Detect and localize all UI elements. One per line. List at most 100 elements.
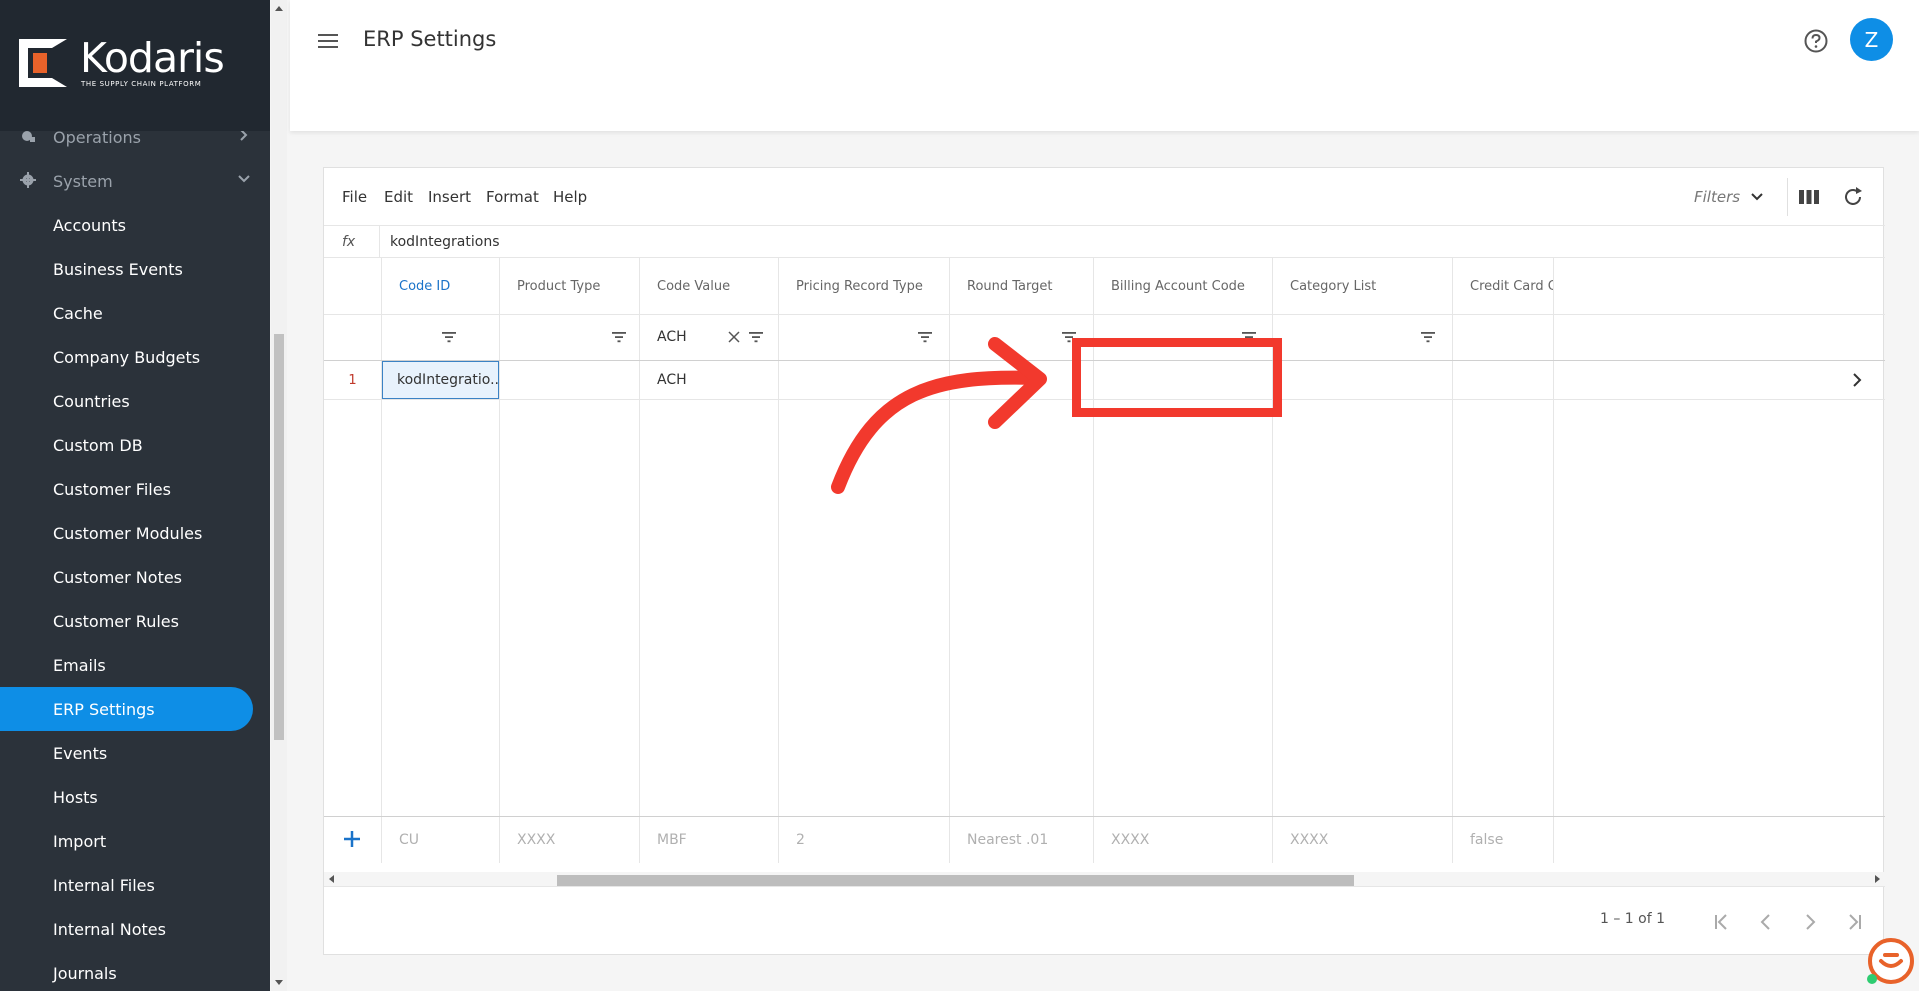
sidebar-item-label: Custom DB xyxy=(53,435,143,455)
sidebar-item-label: Internal Files xyxy=(53,875,155,895)
column-header-credit-card-only[interactable]: Credit Card Only xyxy=(1452,258,1553,314)
new-row-code-id[interactable]: CU xyxy=(381,817,499,863)
hamburger-menu-icon[interactable] xyxy=(317,30,339,52)
divider xyxy=(379,226,380,258)
formula-input[interactable]: kodIntegrations xyxy=(390,234,500,250)
sidebar-item-label: Accounts xyxy=(53,215,126,235)
column-header-code-value[interactable]: Code Value xyxy=(639,258,778,314)
column-header-category-list[interactable]: Category List xyxy=(1272,258,1452,314)
sidebar-item-erp-settings[interactable]: ERP Settings xyxy=(0,687,253,731)
sidebar-item-customer-files[interactable]: Customer Files xyxy=(0,467,253,511)
pager-range: 1 – 1 of 1 xyxy=(1600,911,1666,927)
column-header-product-type[interactable]: Product Type xyxy=(499,258,639,314)
cell-category-list[interactable] xyxy=(1272,361,1452,399)
sidebar-scrollbar[interactable] xyxy=(271,0,287,991)
cell-code-value[interactable]: ACH xyxy=(639,361,778,399)
clear-filter-icon[interactable] xyxy=(727,330,741,344)
chevron-down-icon xyxy=(238,175,250,183)
sidebar-item-hosts[interactable]: Hosts xyxy=(0,775,253,819)
menu-insert[interactable]: Insert xyxy=(428,188,471,206)
sidebar-item-customer-notes[interactable]: Customer Notes xyxy=(0,555,253,599)
scroll-left-icon[interactable] xyxy=(329,875,334,883)
last-page-icon[interactable] xyxy=(1844,912,1864,932)
divider xyxy=(499,258,500,816)
filter-icon[interactable] xyxy=(611,329,627,345)
sidebar-section-system[interactable]: System xyxy=(0,159,253,203)
help-icon[interactable] xyxy=(1803,28,1829,54)
sidebar-item-custom-db[interactable]: Custom DB xyxy=(0,423,253,467)
chat-support-icon[interactable] xyxy=(1864,937,1914,987)
sidebar-item-import[interactable]: Import xyxy=(0,819,253,863)
divider xyxy=(949,258,950,816)
scroll-right-icon[interactable] xyxy=(1875,875,1880,883)
filters-dropdown[interactable]: Filters xyxy=(1694,188,1740,206)
sidebar-item-label: Customer Modules xyxy=(53,523,203,543)
menu-file[interactable]: File xyxy=(342,188,367,206)
cell-billing-account-code[interactable] xyxy=(1093,361,1272,399)
fx-label: fx xyxy=(342,234,356,250)
columns-icon[interactable] xyxy=(1798,186,1820,208)
gear-icon xyxy=(20,172,36,188)
hscroll-thumb[interactable] xyxy=(557,875,1354,886)
chevron-right-icon[interactable] xyxy=(1849,372,1865,388)
column-header-billing-account-code[interactable]: Billing Account Code xyxy=(1093,258,1272,314)
scroll-thumb[interactable] xyxy=(274,334,284,740)
sidebar-item-accounts[interactable]: Accounts xyxy=(0,203,253,247)
first-page-icon[interactable] xyxy=(1712,912,1732,932)
page-title: ERP Settings xyxy=(363,27,497,51)
column-header-round-target[interactable]: Round Target xyxy=(949,258,1093,314)
add-row-icon[interactable] xyxy=(341,828,363,850)
avatar[interactable]: Z xyxy=(1850,18,1893,61)
sidebar-item-business-events[interactable]: Business Events xyxy=(0,247,253,291)
previous-page-icon[interactable] xyxy=(1756,912,1776,932)
menu-format[interactable]: Format xyxy=(486,188,539,206)
new-row-pricing-record-type[interactable]: 2 xyxy=(778,817,949,863)
sidebar-item-internal-files[interactable]: Internal Files xyxy=(0,863,253,907)
new-row-category-list[interactable]: XXXX xyxy=(1272,817,1452,863)
sidebar-item-label: Business Events xyxy=(53,259,183,279)
scroll-down-icon[interactable] xyxy=(275,980,283,985)
menu-help[interactable]: Help xyxy=(553,188,587,206)
sidebar-item-label: Import xyxy=(53,831,107,851)
cell-code-id[interactable]: kodIntegratio... xyxy=(381,361,499,399)
column-header-pricing-record-type[interactable]: Pricing Record Type xyxy=(778,258,949,314)
cell-round-target[interactable]: Nearest 1 xyxy=(949,361,1093,399)
sidebar-item-countries[interactable]: Countries xyxy=(0,379,253,423)
filter-icon[interactable] xyxy=(1061,329,1077,345)
new-row-round-target[interactable]: Nearest .01 xyxy=(949,817,1093,863)
chevron-down-icon[interactable] xyxy=(1750,190,1764,204)
sidebar-item-customer-rules[interactable]: Customer Rules xyxy=(0,599,253,643)
new-row-billing-account-code[interactable]: XXXX xyxy=(1093,817,1272,863)
sidebar-item-company-budgets[interactable]: Company Budgets xyxy=(0,335,253,379)
sidebar: Operations System Accounts Business Events C… xyxy=(0,0,270,991)
next-page-icon[interactable] xyxy=(1800,912,1820,932)
new-row-credit-card-only[interactable]: false xyxy=(1452,817,1553,863)
sidebar-item-cache[interactable]: Cache xyxy=(0,291,253,335)
cell-pricing-record-type[interactable] xyxy=(778,361,949,399)
cell-product-type[interactable] xyxy=(499,361,639,399)
filter-icon[interactable] xyxy=(1420,329,1436,345)
row-number: 1 xyxy=(348,373,357,388)
sidebar-item-journals[interactable]: Journals xyxy=(0,951,253,991)
filter-icon[interactable] xyxy=(917,329,933,345)
new-row-product-type[interactable]: XXXX xyxy=(499,817,639,863)
sidebar-item-customer-modules[interactable]: Customer Modules xyxy=(0,511,253,555)
horizontal-scrollbar[interactable] xyxy=(324,872,1885,886)
logo-tagline: THE SUPPLY CHAIN PLATFORM xyxy=(81,80,202,88)
filter-icon[interactable] xyxy=(1241,329,1257,345)
scroll-up-icon[interactable] xyxy=(275,6,283,11)
divider xyxy=(324,886,1885,887)
new-row-code-value[interactable]: MBF xyxy=(639,817,778,863)
filter-icon[interactable] xyxy=(748,329,764,345)
refresh-icon[interactable] xyxy=(1842,186,1864,208)
divider xyxy=(1272,258,1273,816)
sidebar-item-label: Customer Rules xyxy=(53,611,179,631)
menu-edit[interactable]: Edit xyxy=(384,188,413,206)
column-header-code-id[interactable]: Code ID xyxy=(381,258,499,314)
cell-credit-card-only[interactable] xyxy=(1452,361,1553,399)
code-value-filter-input[interactable]: ACH xyxy=(639,314,739,360)
filter-icon[interactable] xyxy=(441,329,457,345)
sidebar-item-events[interactable]: Events xyxy=(0,731,253,775)
sidebar-item-internal-notes[interactable]: Internal Notes xyxy=(0,907,253,951)
sidebar-item-emails[interactable]: Emails xyxy=(0,643,253,687)
